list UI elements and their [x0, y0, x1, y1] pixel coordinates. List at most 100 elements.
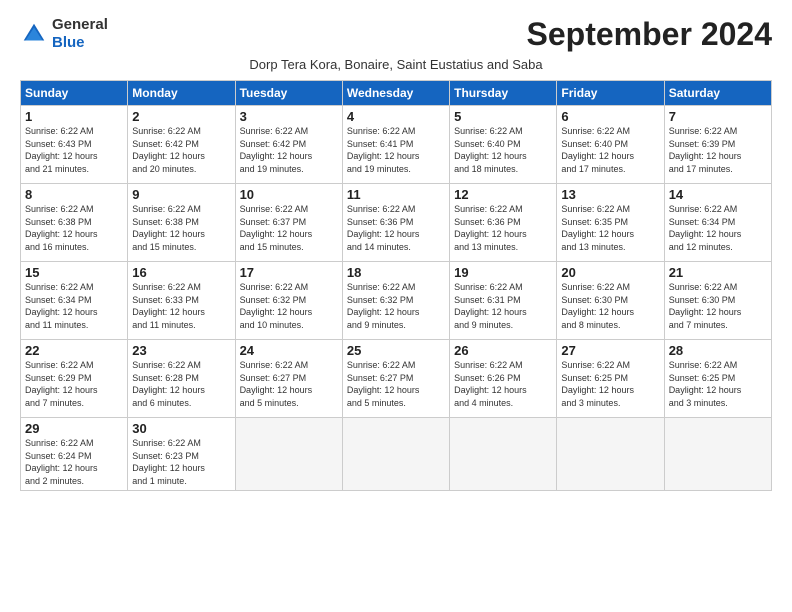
day-number: 26 — [454, 343, 552, 358]
header-thursday: Thursday — [450, 81, 557, 106]
table-row: 30Sunrise: 6:22 AM Sunset: 6:23 PM Dayli… — [128, 418, 235, 491]
header-monday: Monday — [128, 81, 235, 106]
table-row — [235, 418, 342, 491]
day-info: Sunrise: 6:22 AM Sunset: 6:25 PM Dayligh… — [669, 359, 767, 409]
day-number: 17 — [240, 265, 338, 280]
day-info: Sunrise: 6:22 AM Sunset: 6:43 PM Dayligh… — [25, 125, 123, 175]
day-info: Sunrise: 6:22 AM Sunset: 6:28 PM Dayligh… — [132, 359, 230, 409]
day-info: Sunrise: 6:22 AM Sunset: 6:27 PM Dayligh… — [347, 359, 445, 409]
day-number: 4 — [347, 109, 445, 124]
day-info: Sunrise: 6:22 AM Sunset: 6:38 PM Dayligh… — [25, 203, 123, 253]
table-row: 18Sunrise: 6:22 AM Sunset: 6:32 PM Dayli… — [342, 262, 449, 340]
day-number: 24 — [240, 343, 338, 358]
table-row: 9Sunrise: 6:22 AM Sunset: 6:38 PM Daylig… — [128, 184, 235, 262]
day-number: 18 — [347, 265, 445, 280]
table-row: 6Sunrise: 6:22 AM Sunset: 6:40 PM Daylig… — [557, 106, 664, 184]
table-row: 24Sunrise: 6:22 AM Sunset: 6:27 PM Dayli… — [235, 340, 342, 418]
day-info: Sunrise: 6:22 AM Sunset: 6:30 PM Dayligh… — [561, 281, 659, 331]
table-row: 27Sunrise: 6:22 AM Sunset: 6:25 PM Dayli… — [557, 340, 664, 418]
day-number: 6 — [561, 109, 659, 124]
day-info: Sunrise: 6:22 AM Sunset: 6:24 PM Dayligh… — [25, 437, 123, 487]
calendar-header-row: Sunday Monday Tuesday Wednesday Thursday… — [21, 81, 772, 106]
day-info: Sunrise: 6:22 AM Sunset: 6:33 PM Dayligh… — [132, 281, 230, 331]
day-info: Sunrise: 6:22 AM Sunset: 6:29 PM Dayligh… — [25, 359, 123, 409]
day-number: 16 — [132, 265, 230, 280]
day-info: Sunrise: 6:22 AM Sunset: 6:42 PM Dayligh… — [132, 125, 230, 175]
day-number: 29 — [25, 421, 123, 436]
day-number: 28 — [669, 343, 767, 358]
day-number: 10 — [240, 187, 338, 202]
table-row: 11Sunrise: 6:22 AM Sunset: 6:36 PM Dayli… — [342, 184, 449, 262]
day-info: Sunrise: 6:22 AM Sunset: 6:36 PM Dayligh… — [347, 203, 445, 253]
day-info: Sunrise: 6:22 AM Sunset: 6:40 PM Dayligh… — [561, 125, 659, 175]
table-row: 5Sunrise: 6:22 AM Sunset: 6:40 PM Daylig… — [450, 106, 557, 184]
day-number: 23 — [132, 343, 230, 358]
table-row: 21Sunrise: 6:22 AM Sunset: 6:30 PM Dayli… — [664, 262, 771, 340]
table-row: 20Sunrise: 6:22 AM Sunset: 6:30 PM Dayli… — [557, 262, 664, 340]
table-row — [557, 418, 664, 491]
day-info: Sunrise: 6:22 AM Sunset: 6:31 PM Dayligh… — [454, 281, 552, 331]
day-info: Sunrise: 6:22 AM Sunset: 6:34 PM Dayligh… — [669, 203, 767, 253]
table-row: 7Sunrise: 6:22 AM Sunset: 6:39 PM Daylig… — [664, 106, 771, 184]
day-number: 12 — [454, 187, 552, 202]
day-number: 1 — [25, 109, 123, 124]
logo-general: General — [52, 16, 108, 33]
table-row: 13Sunrise: 6:22 AM Sunset: 6:35 PM Dayli… — [557, 184, 664, 262]
day-info: Sunrise: 6:22 AM Sunset: 6:42 PM Dayligh… — [240, 125, 338, 175]
day-number: 3 — [240, 109, 338, 124]
day-number: 9 — [132, 187, 230, 202]
table-row: 25Sunrise: 6:22 AM Sunset: 6:27 PM Dayli… — [342, 340, 449, 418]
day-number: 14 — [669, 187, 767, 202]
day-info: Sunrise: 6:22 AM Sunset: 6:35 PM Dayligh… — [561, 203, 659, 253]
day-number: 27 — [561, 343, 659, 358]
table-row: 12Sunrise: 6:22 AM Sunset: 6:36 PM Dayli… — [450, 184, 557, 262]
day-number: 8 — [25, 187, 123, 202]
day-number: 20 — [561, 265, 659, 280]
day-number: 2 — [132, 109, 230, 124]
table-row: 19Sunrise: 6:22 AM Sunset: 6:31 PM Dayli… — [450, 262, 557, 340]
header-tuesday: Tuesday — [235, 81, 342, 106]
table-row: 28Sunrise: 6:22 AM Sunset: 6:25 PM Dayli… — [664, 340, 771, 418]
table-row: 23Sunrise: 6:22 AM Sunset: 6:28 PM Dayli… — [128, 340, 235, 418]
day-number: 11 — [347, 187, 445, 202]
day-number: 30 — [132, 421, 230, 436]
table-row: 8Sunrise: 6:22 AM Sunset: 6:38 PM Daylig… — [21, 184, 128, 262]
logo: General Blue — [20, 16, 108, 52]
subtitle: Dorp Tera Kora, Bonaire, Saint Eustatius… — [20, 57, 772, 72]
table-row: 29Sunrise: 6:22 AM Sunset: 6:24 PM Dayli… — [21, 418, 128, 491]
day-info: Sunrise: 6:22 AM Sunset: 6:38 PM Dayligh… — [132, 203, 230, 253]
table-row: 10Sunrise: 6:22 AM Sunset: 6:37 PM Dayli… — [235, 184, 342, 262]
day-number: 5 — [454, 109, 552, 124]
table-row: 17Sunrise: 6:22 AM Sunset: 6:32 PM Dayli… — [235, 262, 342, 340]
header-wednesday: Wednesday — [342, 81, 449, 106]
day-info: Sunrise: 6:22 AM Sunset: 6:37 PM Dayligh… — [240, 203, 338, 253]
day-info: Sunrise: 6:22 AM Sunset: 6:32 PM Dayligh… — [347, 281, 445, 331]
header-sunday: Sunday — [21, 81, 128, 106]
logo-icon — [20, 20, 48, 48]
day-number: 7 — [669, 109, 767, 124]
day-number: 22 — [25, 343, 123, 358]
table-row: 14Sunrise: 6:22 AM Sunset: 6:34 PM Dayli… — [664, 184, 771, 262]
table-row: 1Sunrise: 6:22 AM Sunset: 6:43 PM Daylig… — [21, 106, 128, 184]
table-row: 26Sunrise: 6:22 AM Sunset: 6:26 PM Dayli… — [450, 340, 557, 418]
month-title: September 2024 — [527, 16, 772, 53]
day-number: 13 — [561, 187, 659, 202]
table-row — [342, 418, 449, 491]
table-row: 2Sunrise: 6:22 AM Sunset: 6:42 PM Daylig… — [128, 106, 235, 184]
table-row: 22Sunrise: 6:22 AM Sunset: 6:29 PM Dayli… — [21, 340, 128, 418]
header-friday: Friday — [557, 81, 664, 106]
day-info: Sunrise: 6:22 AM Sunset: 6:27 PM Dayligh… — [240, 359, 338, 409]
day-number: 19 — [454, 265, 552, 280]
table-row: 3Sunrise: 6:22 AM Sunset: 6:42 PM Daylig… — [235, 106, 342, 184]
day-info: Sunrise: 6:22 AM Sunset: 6:34 PM Dayligh… — [25, 281, 123, 331]
logo-blue: Blue — [52, 34, 85, 51]
day-info: Sunrise: 6:22 AM Sunset: 6:41 PM Dayligh… — [347, 125, 445, 175]
header-saturday: Saturday — [664, 81, 771, 106]
table-row: 16Sunrise: 6:22 AM Sunset: 6:33 PM Dayli… — [128, 262, 235, 340]
day-info: Sunrise: 6:22 AM Sunset: 6:25 PM Dayligh… — [561, 359, 659, 409]
header: General Blue September 2024 — [20, 16, 772, 53]
table-row: 4Sunrise: 6:22 AM Sunset: 6:41 PM Daylig… — [342, 106, 449, 184]
table-row: 15Sunrise: 6:22 AM Sunset: 6:34 PM Dayli… — [21, 262, 128, 340]
day-info: Sunrise: 6:22 AM Sunset: 6:40 PM Dayligh… — [454, 125, 552, 175]
day-info: Sunrise: 6:22 AM Sunset: 6:39 PM Dayligh… — [669, 125, 767, 175]
